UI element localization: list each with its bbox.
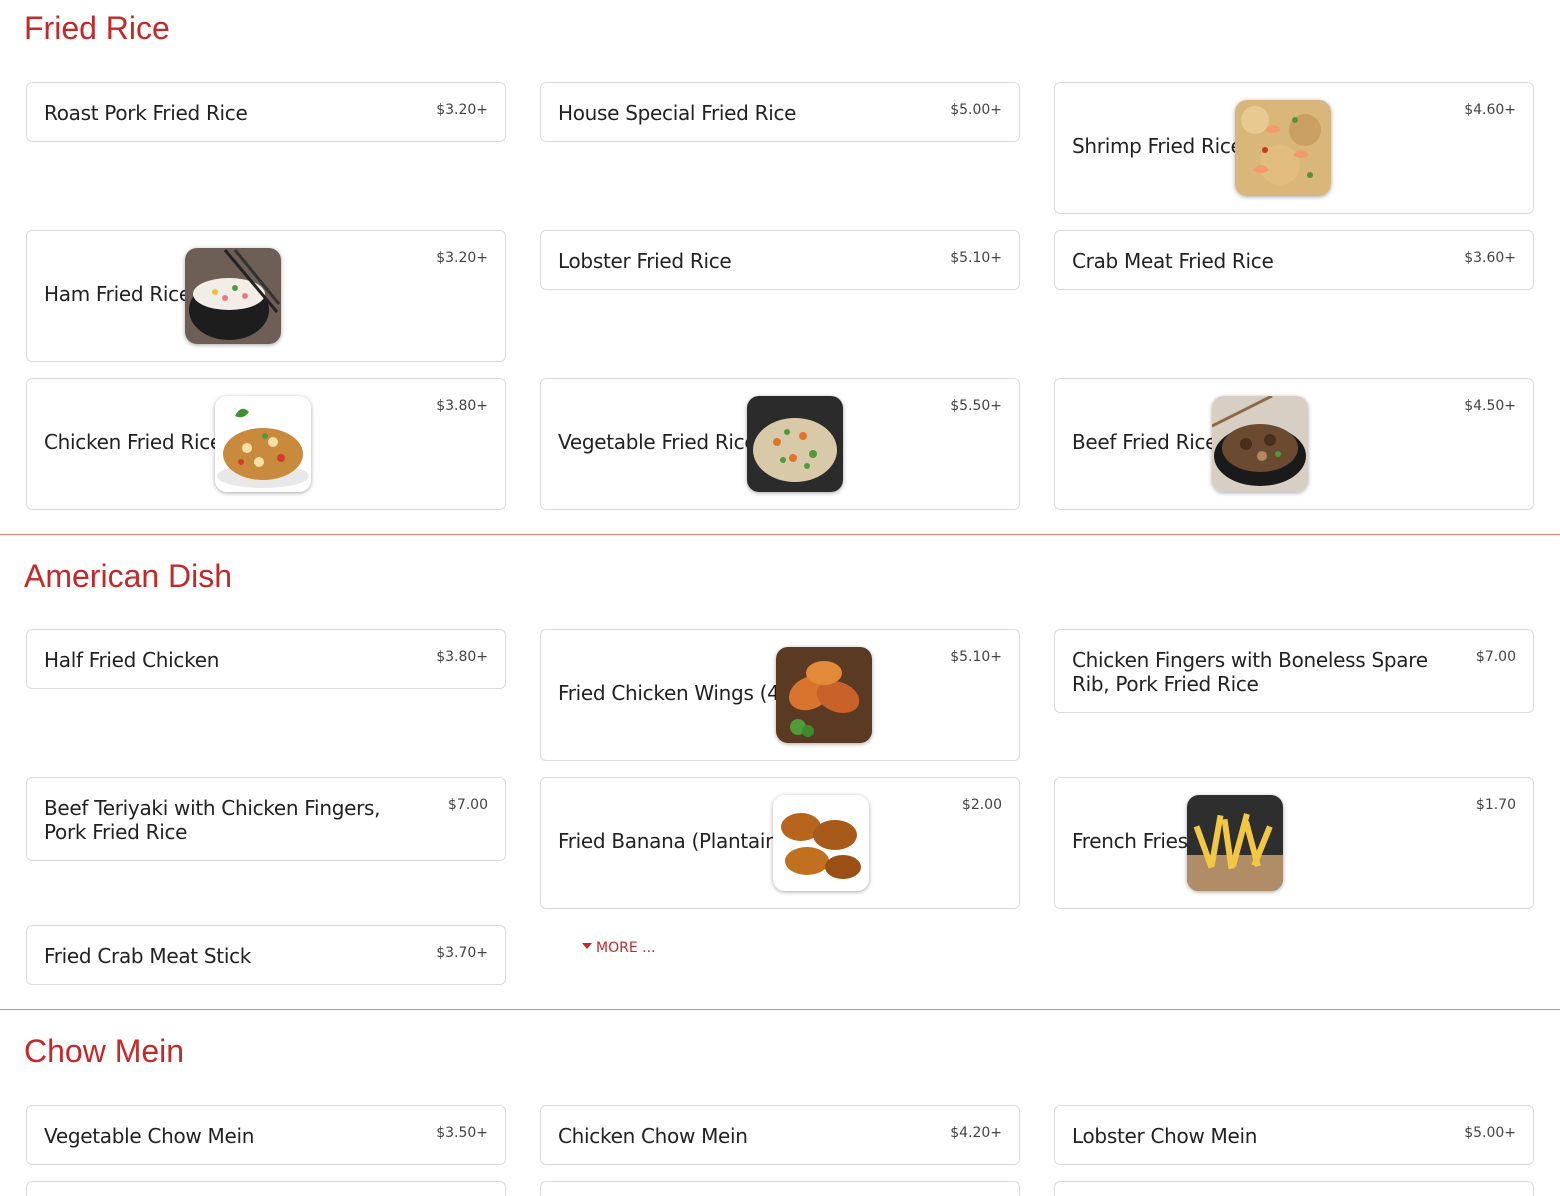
item-name: French Fries [1072, 829, 1188, 853]
menu-item-beef-teriyaki-chicken-fingers[interactable]: Beef Teriyaki with Chicken Fingers, Pork… [26, 777, 506, 861]
menu-item-vegetable-fried-rice[interactable]: Vegetable Fried Rice $5.50+ [540, 378, 1020, 510]
item-price: $3.70+ [436, 945, 488, 961]
item-name: Beef Fried Rice [1072, 430, 1218, 454]
item-name: Lobster Fried Rice [558, 249, 732, 273]
item-name: Shrimp Fried Rice [1072, 134, 1243, 158]
menu-item-partial[interactable] [1054, 1181, 1534, 1196]
vegetable-fried-rice-photo [747, 396, 843, 492]
item-price: $3.20+ [436, 250, 488, 266]
menu-item-ham-fried-rice[interactable]: Ham Fried Rice $3.20+ [26, 230, 506, 362]
menu-item-roast-pork-fried-rice[interactable]: Roast Pork Fried Rice $3.20+ [26, 82, 506, 142]
beef-fried-rice-photo [1212, 396, 1308, 492]
item-price: $3.80+ [436, 649, 488, 665]
section-title-fried-rice: Fried Rice [24, 10, 170, 46]
item-name: Chicken Fried Rice [44, 430, 222, 454]
menu-item-half-fried-chicken[interactable]: Half Fried Chicken $3.80+ [26, 629, 506, 689]
section-divider [0, 1009, 1560, 1010]
item-price: $5.10+ [950, 250, 1002, 266]
french-fries-photo [1187, 795, 1283, 891]
menu-item-french-fries[interactable]: French Fries $1.70 [1054, 777, 1534, 909]
item-name: House Special Fried Rice [558, 101, 797, 125]
item-price: $5.50+ [950, 398, 1002, 414]
item-price: $7.00 [1475, 649, 1516, 665]
menu-item-fried-crab-meat-stick[interactable]: Fried Crab Meat Stick $3.70+ [26, 925, 506, 985]
menu-item-partial[interactable] [26, 1181, 506, 1196]
item-name: Fried Banana (Plantain) [558, 829, 785, 853]
menu-item-fried-banana-plantain[interactable]: Fried Banana (Plantain) $2.00 [540, 777, 1020, 909]
menu-item-beef-fried-rice[interactable]: Beef Fried Rice $4.50+ [1054, 378, 1534, 510]
item-price: $4.50+ [1464, 398, 1516, 414]
item-price: $5.00+ [1464, 1125, 1516, 1141]
more-button[interactable]: MORE ... [582, 940, 655, 956]
item-price: $7.00 [447, 797, 488, 813]
menu-item-shrimp-fried-rice[interactable]: Shrimp Fried Rice $4.60+ [1054, 82, 1534, 214]
item-name: Half Fried Chicken [44, 648, 220, 672]
item-price: $4.20+ [950, 1125, 1002, 1141]
menu-item-lobster-chow-mein[interactable]: Lobster Chow Mein $5.00+ [1054, 1105, 1534, 1165]
item-price: $1.70 [1475, 797, 1516, 813]
menu-item-fried-chicken-wings[interactable]: Fried Chicken Wings (4) $5.10+ [540, 629, 1020, 761]
item-name: Roast Pork Fried Rice [44, 101, 248, 125]
item-price: $3.50+ [436, 1125, 488, 1141]
item-name: Chicken Chow Mein [558, 1124, 748, 1148]
item-price: $3.60+ [1464, 250, 1516, 266]
item-name: Vegetable Chow Mein [44, 1124, 255, 1148]
menu-item-house-special-fried-rice[interactable]: House Special Fried Rice $5.00+ [540, 82, 1020, 142]
item-name: Fried Chicken Wings (4) [558, 681, 788, 705]
item-price: $2.00 [961, 797, 1002, 813]
menu-item-chicken-fried-rice[interactable]: Chicken Fried Rice $3.80+ [26, 378, 506, 510]
more-label: MORE ... [596, 940, 656, 956]
item-price: $3.20+ [436, 102, 488, 118]
menu-item-partial[interactable] [540, 1181, 1020, 1196]
item-price: $4.60+ [1464, 102, 1516, 118]
ham-fried-rice-photo [185, 248, 281, 344]
item-name: Fried Crab Meat Stick [44, 944, 252, 968]
chicken-fried-rice-photo [215, 396, 311, 492]
fried-chicken-wings-photo [776, 647, 872, 743]
item-name: Lobster Chow Mein [1072, 1124, 1258, 1148]
item-name: Beef Teriyaki with Chicken Fingers, Pork… [44, 796, 381, 844]
menu-item-chicken-fingers-boneless-spare-rib[interactable]: Chicken Fingers with Boneless Spare Rib,… [1054, 629, 1534, 713]
section-title-chow-mein: Chow Mein [24, 1033, 185, 1069]
section-title-american-dish: American Dish [24, 558, 233, 594]
menu-item-crab-meat-fried-rice[interactable]: Crab Meat Fried Rice $3.60+ [1054, 230, 1534, 290]
item-price: $5.00+ [950, 102, 1002, 118]
item-price: $5.10+ [950, 649, 1002, 665]
item-name: Vegetable Fried Rice [558, 430, 757, 454]
menu-item-vegetable-chow-mein[interactable]: Vegetable Chow Mein $3.50+ [26, 1105, 506, 1165]
shrimp-fried-rice-photo [1235, 100, 1331, 196]
menu-item-lobster-fried-rice[interactable]: Lobster Fried Rice $5.10+ [540, 230, 1020, 290]
section-divider [0, 534, 1560, 535]
fried-plantain-photo [773, 795, 869, 891]
item-name: Crab Meat Fried Rice [1072, 249, 1274, 273]
caret-down-icon [582, 943, 592, 949]
item-name: Ham Fried Rice [44, 282, 191, 306]
menu-item-chicken-chow-mein[interactable]: Chicken Chow Mein $4.20+ [540, 1105, 1020, 1165]
item-name: Chicken Fingers with Boneless Spare Rib,… [1072, 648, 1428, 696]
item-price: $3.80+ [436, 398, 488, 414]
